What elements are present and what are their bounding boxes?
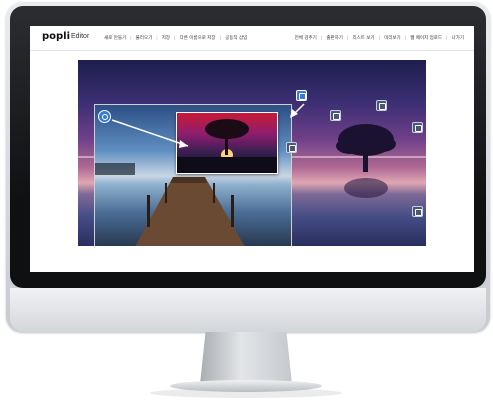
menu-item-insert[interactable]: 공동작 삽입 [223, 35, 249, 41]
image-icon[interactable] [330, 110, 341, 121]
monitor-stand-neck [200, 332, 292, 384]
monitor-bezel: popli Editor 새로 만들기 | 불러오기 | 저장 | 다른 이름으로 저… [10, 6, 486, 288]
connection-arrows [111, 103, 305, 148]
image-icon[interactable] [412, 206, 423, 217]
top-toolbar: popli Editor 새로 만들기 | 불러오기 | 저장 | 다른 이름으로 저… [30, 26, 474, 51]
image-icon[interactable] [286, 142, 297, 153]
menu-item-open[interactable]: 불러오기 [134, 35, 155, 41]
image-icon[interactable] [296, 90, 307, 101]
app-logo: popli [42, 31, 71, 42]
menu-item-hide-all[interactable]: 전체 감추기 [293, 35, 319, 41]
monitor-chin [10, 288, 486, 332]
monitor-stand-foot [170, 380, 322, 392]
menu-left: 새로 만들기 | 불러오기 | 저장 | 다른 이름으로 저장 | 공동작 삽입 [102, 35, 249, 42]
image-icon[interactable] [376, 100, 387, 111]
menu-item-list-view[interactable]: 리스트 보기 [350, 35, 376, 41]
monitor-body: popli Editor 새로 만들기 | 불러오기 | 저장 | 다른 이름으로 저… [6, 2, 490, 332]
editor-canvas[interactable] [78, 60, 426, 246]
menu-item-exit[interactable]: 나가기 [450, 35, 466, 41]
image-icon[interactable] [412, 122, 423, 133]
menu-item-save[interactable]: 저장 [160, 35, 172, 41]
app-logo-sub: Editor [71, 33, 90, 40]
search-icon[interactable] [98, 110, 111, 123]
menu-right: 전체 감추기 | 출판하기 | 리스트 보기 | 미리보기 | 웹 페이지 업로드 | 나… [293, 35, 466, 42]
menu-item-upload[interactable]: 웹 페이지 업로드 [408, 35, 444, 41]
menu-item-preview[interactable]: 미리보기 [382, 35, 403, 41]
menu-item-save-as[interactable]: 다른 이름으로 저장 [178, 35, 218, 41]
menu-item-new[interactable]: 새로 만들기 [102, 35, 128, 41]
editor-screen: popli Editor 새로 만들기 | 불러오기 | 저장 | 다른 이름으로 저… [30, 26, 474, 272]
menu-item-publish[interactable]: 출판하기 [324, 35, 345, 41]
